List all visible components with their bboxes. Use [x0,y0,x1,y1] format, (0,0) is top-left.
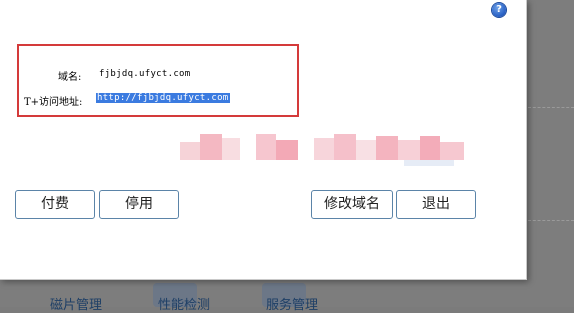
access-address-label: T+访问地址: [24,97,83,108]
exit-button[interactable]: 退出 [396,190,476,219]
background-divider [528,107,574,108]
background-link-service[interactable]: 服务管理 [266,294,318,313]
pay-button[interactable]: 付费 [15,190,95,219]
question-mark-icon[interactable]: ? [492,3,506,17]
access-address-link[interactable]: http://fjbjdq.ufyct.com [96,93,230,103]
modify-domain-button[interactable]: 修改域名 [311,190,393,219]
background-divider [528,220,574,221]
domain-label: 域名: [58,72,82,83]
background-link-performance[interactable]: 性能检测 [158,294,210,313]
redacted-text-mosaic [180,128,470,166]
background-link-disk[interactable]: 磁片管理 [50,294,102,313]
domain-info-dialog: ? 域名: fjbjdq.ufyct.com T+访问地址: http://fj… [0,0,527,280]
domain-value: fjbjdq.ufyct.com [99,69,191,79]
disable-button[interactable]: 停用 [99,190,179,219]
